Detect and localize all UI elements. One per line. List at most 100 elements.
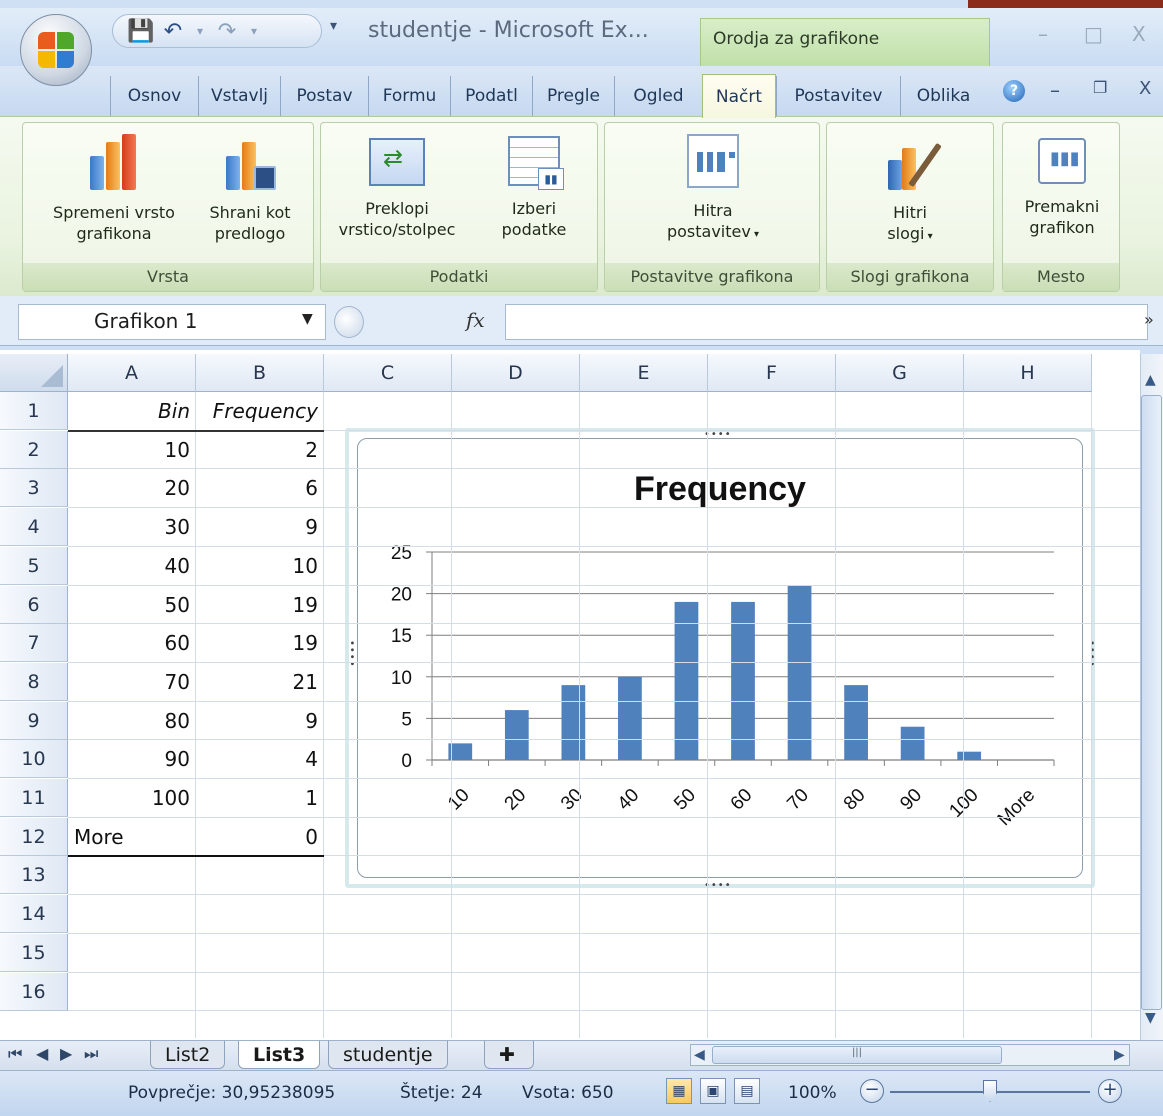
tab-7[interactable]: Načrt [702,74,776,118]
name-box[interactable]: Grafikon 1 [18,304,326,340]
column-header-C[interactable]: C [324,354,452,392]
close-icon[interactable]: X [1132,22,1146,46]
formula-input[interactable] [505,304,1148,340]
cell[interactable]: 60 [68,624,196,662]
tab-2[interactable]: Postav [280,76,368,116]
cell[interactable]: 40 [68,547,196,585]
select-data-button[interactable]: ▮▮ Izberi podatke [480,134,588,240]
column-header-B[interactable]: B [196,354,324,392]
row-header-6[interactable]: 6 [0,585,68,624]
row-header-7[interactable]: 7 [0,624,68,663]
row-header-1[interactable]: 1 [0,392,68,430]
horizontal-scroll-thumb[interactable]: ||| [712,1046,1002,1064]
expand-formula-bar-icon[interactable]: » [1144,310,1154,329]
row-header-8[interactable]: 8 [0,662,68,701]
row-header-3[interactable]: 3 [0,469,68,508]
column-header-F[interactable]: F [708,354,836,392]
zoom-in-icon[interactable]: + [1098,1079,1122,1103]
workbook-close-icon[interactable]: X [1139,78,1151,99]
first-sheet-icon[interactable]: ⏮ [8,1044,22,1064]
formula-cancel-icon[interactable] [334,306,364,338]
row-header-11[interactable]: 11 [0,779,68,817]
tab-5[interactable]: Pregle [532,76,614,116]
save-as-template-button[interactable]: Shrani kot predlogo [194,134,306,244]
cell[interactable]: 10 [196,547,324,585]
office-button[interactable] [20,14,92,86]
cell[interactable]: 21 [196,663,324,701]
resize-handle-bottom[interactable]: •••• [704,880,732,891]
cell[interactable]: 9 [196,508,324,546]
cell[interactable]: Bin [68,392,196,430]
cell[interactable]: 10 [68,431,196,469]
ribbon-minimize-icon[interactable]: – [1050,78,1060,102]
select-all-corner[interactable] [0,354,68,392]
insert-sheet-icon[interactable]: ✚ [484,1041,534,1069]
change-chart-type-button[interactable]: Spremeni vrsto grafikona [34,134,194,244]
cell[interactable]: 4 [196,740,324,778]
row-header-16[interactable]: 16 [0,972,68,1011]
tab-8[interactable]: Postavitev [776,76,900,116]
cell[interactable]: 1 [196,779,324,817]
last-sheet-icon[interactable]: ⏭ [84,1044,98,1064]
tab-3[interactable]: Formu [368,76,450,116]
row-header-14[interactable]: 14 [0,895,68,934]
sheet-tab-studentje[interactable]: studentje [328,1041,448,1069]
vertical-scroll-thumb[interactable] [1141,395,1162,1010]
cell[interactable]: More [74,818,202,856]
switch-row-column-button[interactable]: ⇄ Preklopi vrstico/stolpec [326,134,468,240]
tab-4[interactable]: Podatl [450,76,532,116]
help-icon[interactable]: ? [1003,80,1025,102]
sheet-tab-list2[interactable]: List2 [150,1041,226,1069]
column-header-D[interactable]: D [452,354,580,392]
prev-sheet-icon[interactable]: ◀ [36,1044,48,1063]
cell[interactable]: 0 [196,818,324,856]
row-header-5[interactable]: 5 [0,546,68,585]
tab-1[interactable]: Vstavlj [198,76,280,116]
scroll-right-icon[interactable]: ▶ [1114,1047,1125,1063]
cell[interactable]: 20 [68,469,196,507]
minimize-icon[interactable]: – [1038,22,1048,46]
cell[interactable]: 50 [68,586,196,624]
cell[interactable]: 19 [196,624,324,662]
next-sheet-icon[interactable]: ▶ [60,1044,72,1063]
row-header-4[interactable]: 4 [0,508,68,547]
restore-icon[interactable]: ❐ [1093,78,1107,97]
row-header-15[interactable]: 15 [0,933,68,972]
page-layout-view-icon[interactable]: ▣ [700,1078,726,1104]
resize-handle-left[interactable]: •••• [346,640,357,668]
zoom-level[interactable]: 100% [788,1083,837,1103]
chart-plot[interactable]: 051015202510 20 30 40 50 60 70 80 90 100 More [357,438,1083,878]
column-header-H[interactable]: H [964,354,1092,392]
column-header-E[interactable]: E [580,354,708,392]
row-header-9[interactable]: 9 [0,701,68,740]
cell[interactable]: 2 [196,431,324,469]
undo-dropdown-icon[interactable]: ▾ [195,24,205,38]
zoom-out-icon[interactable]: − [860,1079,884,1103]
cell[interactable]: 90 [68,740,196,778]
cell[interactable]: 70 [68,663,196,701]
cell[interactable]: 100 [68,779,196,817]
insert-function-icon[interactable]: fx [466,308,485,332]
maximize-icon[interactable]: □ [1084,22,1103,46]
column-header-G[interactable]: G [836,354,964,392]
cell[interactable]: Frequency [196,392,324,430]
move-chart-button[interactable]: ▮▮▮ Premakni grafikon [1010,134,1114,238]
cell[interactable]: 9 [196,702,324,740]
redo-icon[interactable]: ↷ [215,19,239,44]
row-header-10[interactable]: 10 [0,740,68,779]
tab-0[interactable]: Osnov [110,76,198,116]
quick-layout-button[interactable]: Hitra postavitev ▾ [640,134,786,245]
sheet-tab-list3[interactable]: List3 [238,1041,321,1069]
tab-9[interactable]: Oblika [900,76,986,116]
cell[interactable]: 19 [196,586,324,624]
column-header-A[interactable]: A [68,354,196,392]
name-box-dropdown-icon[interactable]: ▼ [302,311,313,327]
cell[interactable]: 80 [68,702,196,740]
quick-styles-button[interactable]: Hitri slogi ▾ [840,134,980,247]
row-header-2[interactable]: 2 [0,430,68,469]
tab-6[interactable]: Ogled [614,76,702,116]
cell[interactable]: 30 [68,508,196,546]
redo-dropdown-icon[interactable]: ▾ [249,24,259,38]
page-break-view-icon[interactable]: ▤ [734,1078,760,1104]
scroll-down-icon[interactable]: ▼ [1145,1010,1156,1026]
